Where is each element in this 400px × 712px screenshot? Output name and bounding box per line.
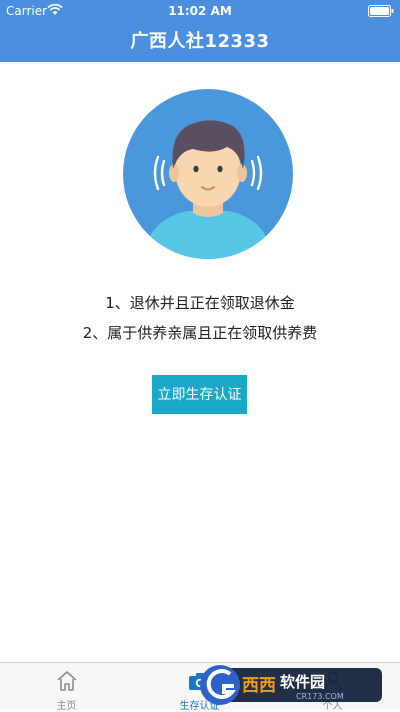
svg-text:软件园: 软件园 [280,673,325,691]
status-bar: Carrier 11:02 AM [0,0,400,22]
tab-home[interactable]: 主页 [0,663,133,712]
watermark-brand-text: 西西 [242,676,276,696]
header: Carrier 11:02 AM 广西人社12333 [0,0,400,62]
page-title: 广西人社12333 [130,31,270,52]
face-recognition-illustration [123,89,293,259]
requirements-list: 1、退休并且正在领取退休金 2、属于供养亲属且正在领取供养费 [0,288,400,348]
requirement-item: 2、属于供养亲属且正在领取供养费 [82,324,318,342]
site-watermark-logo: 西西 软件园 CR173.COM [200,665,382,705]
status-time: 11:02 AM [168,4,232,18]
start-verification-button[interactable]: 立即生存认证 [152,375,247,414]
requirement-item: 1、退休并且正在领取退休金 [105,294,295,312]
home-icon [56,671,77,691]
battery-icon [368,5,394,17]
svg-text:CR173.COM: CR173.COM [296,692,344,701]
